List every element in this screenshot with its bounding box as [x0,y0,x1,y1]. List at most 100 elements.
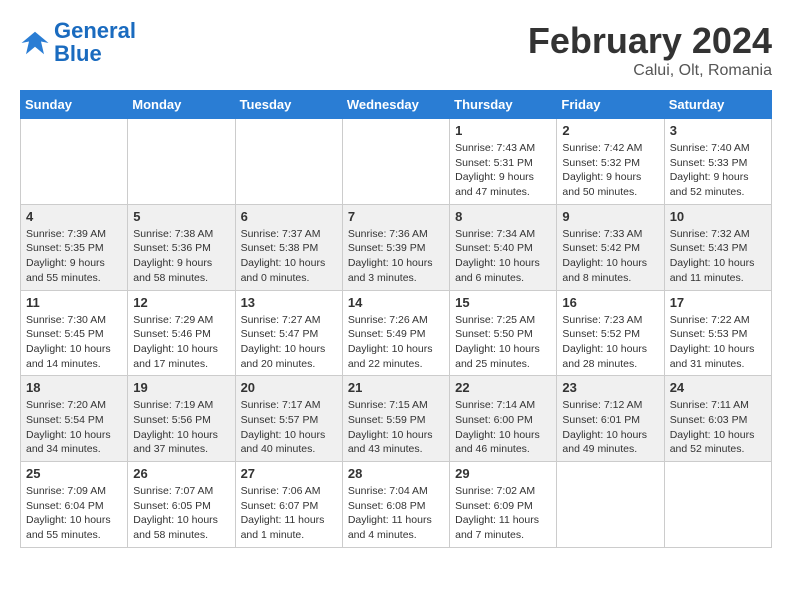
calendar-cell: 27 Sunrise: 7:06 AMSunset: 6:07 PMDayligh… [235,462,342,548]
day-info: Sunrise: 7:04 AMSunset: 6:08 PMDaylight:… [348,484,444,543]
day-info: Sunrise: 7:39 AMSunset: 5:35 PMDaylight:… [26,227,122,286]
calendar-cell: 6Sunrise: 7:37 AMSunset: 5:38 PMDaylight… [235,204,342,290]
day-number: 28 [348,466,444,481]
calendar-cell: 1Sunrise: 7:43 AMSunset: 5:31 PMDaylight… [450,119,557,205]
calendar-cell: 19 Sunrise: 7:19 AMSunset: 5:56 PMDayligh… [128,376,235,462]
day-info: Sunrise: 7:29 AMSunset: 5:46 PMDaylight:… [133,313,229,372]
day-info: Sunrise: 7:19 AMSunset: 5:56 PMDaylight:… [133,398,229,457]
day-number: 13 [241,295,337,310]
calendar-cell: 16Sunrise: 7:23 AMSunset: 5:52 PMDayligh… [557,290,664,376]
day-info: Sunrise: 7:06 AMSunset: 6:07 PMDaylight:… [241,484,337,543]
day-info: Sunrise: 7:17 AMSunset: 5:57 PMDaylight:… [241,398,337,457]
calendar-cell: 2Sunrise: 7:42 AMSunset: 5:32 PMDaylight… [557,119,664,205]
day-number: 18 [26,380,122,395]
day-number: 10 [670,209,766,224]
calendar-header-friday: Friday [557,91,664,119]
day-number: 26 [133,466,229,481]
calendar-cell: 3 Sunrise: 7:40 AMSunset: 5:33 PMDaylight… [664,119,771,205]
day-number: 7 [348,209,444,224]
day-info: Sunrise: 7:30 AMSunset: 5:45 PMDaylight:… [26,313,122,372]
day-number: 14 [348,295,444,310]
day-number: 8 [455,209,551,224]
day-number: 19 [133,380,229,395]
calendar-cell: 22 Sunrise: 7:14 AMSunset: 6:00 PMDayligh… [450,376,557,462]
calendar-cell [128,119,235,205]
calendar-header-wednesday: Wednesday [342,91,449,119]
calendar-table: SundayMondayTuesdayWednesdayThursdayFrid… [20,90,772,548]
day-number: 4 [26,209,122,224]
day-number: 12 [133,295,229,310]
day-info: Sunrise: 7:42 AMSunset: 5:32 PMDaylight:… [562,141,658,200]
calendar-cell: 9 Sunrise: 7:33 AMSunset: 5:42 PMDaylight… [557,204,664,290]
day-number: 20 [241,380,337,395]
calendar-header-monday: Monday [128,91,235,119]
day-number: 23 [562,380,658,395]
calendar-cell: 5 Sunrise: 7:38 AMSunset: 5:36 PMDaylight… [128,204,235,290]
calendar-body: 1Sunrise: 7:43 AMSunset: 5:31 PMDaylight… [21,119,772,548]
title-block: February 2024 Calui, Olt, Romania [528,20,772,80]
calendar-header-thursday: Thursday [450,91,557,119]
calendar-cell [342,119,449,205]
calendar-cell [21,119,128,205]
calendar-cell: 24 Sunrise: 7:11 AMSunset: 6:03 PMDayligh… [664,376,771,462]
day-info: Sunrise: 7:26 AMSunset: 5:49 PMDaylight:… [348,313,444,372]
day-info: Sunrise: 7:36 AMSunset: 5:39 PMDaylight:… [348,227,444,286]
day-info: Sunrise: 7:33 AMSunset: 5:42 PMDaylight:… [562,227,658,286]
page-header: GeneralBlue February 2024 Calui, Olt, Ro… [20,20,772,80]
day-info: Sunrise: 7:43 AMSunset: 5:31 PMDaylight:… [455,141,551,200]
calendar-header-sunday: Sunday [21,91,128,119]
calendar-week-row: 18 Sunrise: 7:20 AMSunset: 5:54 PMDayligh… [21,376,772,462]
day-info: Sunrise: 7:34 AMSunset: 5:40 PMDaylight:… [455,227,551,286]
calendar-cell: 20 Sunrise: 7:17 AMSunset: 5:57 PMDayligh… [235,376,342,462]
calendar-cell: 7 Sunrise: 7:36 AMSunset: 5:39 PMDaylight… [342,204,449,290]
calendar-header-row: SundayMondayTuesdayWednesdayThursdayFrid… [21,91,772,119]
day-info: Sunrise: 7:15 AMSunset: 5:59 PMDaylight:… [348,398,444,457]
calendar-cell: 14 Sunrise: 7:26 AMSunset: 5:49 PMDayligh… [342,290,449,376]
day-number: 3 [670,123,766,138]
day-info: Sunrise: 7:07 AMSunset: 6:05 PMDaylight:… [133,484,229,543]
day-info: Sunrise: 7:20 AMSunset: 5:54 PMDaylight:… [26,398,122,457]
calendar-cell [557,462,664,548]
calendar-cell: 12 Sunrise: 7:29 AMSunset: 5:46 PMDayligh… [128,290,235,376]
day-info: Sunrise: 7:27 AMSunset: 5:47 PMDaylight:… [241,313,337,372]
day-info: Sunrise: 7:40 AMSunset: 5:33 PMDaylight:… [670,141,766,200]
day-info: Sunrise: 7:14 AMSunset: 6:00 PMDaylight:… [455,398,551,457]
day-number: 15 [455,295,551,310]
day-info: Sunrise: 7:11 AMSunset: 6:03 PMDaylight:… [670,398,766,457]
day-number: 22 [455,380,551,395]
calendar-week-row: 11 Sunrise: 7:30 AMSunset: 5:45 PMDayligh… [21,290,772,376]
logo-text: GeneralBlue [54,20,136,66]
calendar-cell: 23Sunrise: 7:12 AMSunset: 6:01 PMDayligh… [557,376,664,462]
month-year-title: February 2024 [528,20,772,62]
day-number: 25 [26,466,122,481]
calendar-cell: 26 Sunrise: 7:07 AMSunset: 6:05 PMDayligh… [128,462,235,548]
location-subtitle: Calui, Olt, Romania [528,62,772,80]
day-number: 11 [26,295,122,310]
calendar-header-saturday: Saturday [664,91,771,119]
day-info: Sunrise: 7:09 AMSunset: 6:04 PMDaylight:… [26,484,122,543]
day-info: Sunrise: 7:32 AMSunset: 5:43 PMDaylight:… [670,227,766,286]
day-info: Sunrise: 7:38 AMSunset: 5:36 PMDaylight:… [133,227,229,286]
day-info: Sunrise: 7:02 AMSunset: 6:09 PMDaylight:… [455,484,551,543]
calendar-header-tuesday: Tuesday [235,91,342,119]
day-info: Sunrise: 7:25 AMSunset: 5:50 PMDaylight:… [455,313,551,372]
calendar-cell: 28 Sunrise: 7:04 AMSunset: 6:08 PMDayligh… [342,462,449,548]
calendar-week-row: 25 Sunrise: 7:09 AMSunset: 6:04 PMDayligh… [21,462,772,548]
day-number: 16 [562,295,658,310]
calendar-cell: 11 Sunrise: 7:30 AMSunset: 5:45 PMDayligh… [21,290,128,376]
day-number: 6 [241,209,337,224]
calendar-cell: 21Sunrise: 7:15 AMSunset: 5:59 PMDayligh… [342,376,449,462]
logo-bird-icon [20,28,50,58]
calendar-cell: 17Sunrise: 7:22 AMSunset: 5:53 PMDayligh… [664,290,771,376]
day-number: 27 [241,466,337,481]
day-number: 24 [670,380,766,395]
day-number: 9 [562,209,658,224]
calendar-cell: 15 Sunrise: 7:25 AMSunset: 5:50 PMDayligh… [450,290,557,376]
calendar-cell: 29 Sunrise: 7:02 AMSunset: 6:09 PMDayligh… [450,462,557,548]
day-number: 29 [455,466,551,481]
day-number: 5 [133,209,229,224]
calendar-cell: 8 Sunrise: 7:34 AMSunset: 5:40 PMDaylight… [450,204,557,290]
calendar-cell [235,119,342,205]
calendar-cell: 18 Sunrise: 7:20 AMSunset: 5:54 PMDayligh… [21,376,128,462]
calendar-cell: 13 Sunrise: 7:27 AMSunset: 5:47 PMDayligh… [235,290,342,376]
